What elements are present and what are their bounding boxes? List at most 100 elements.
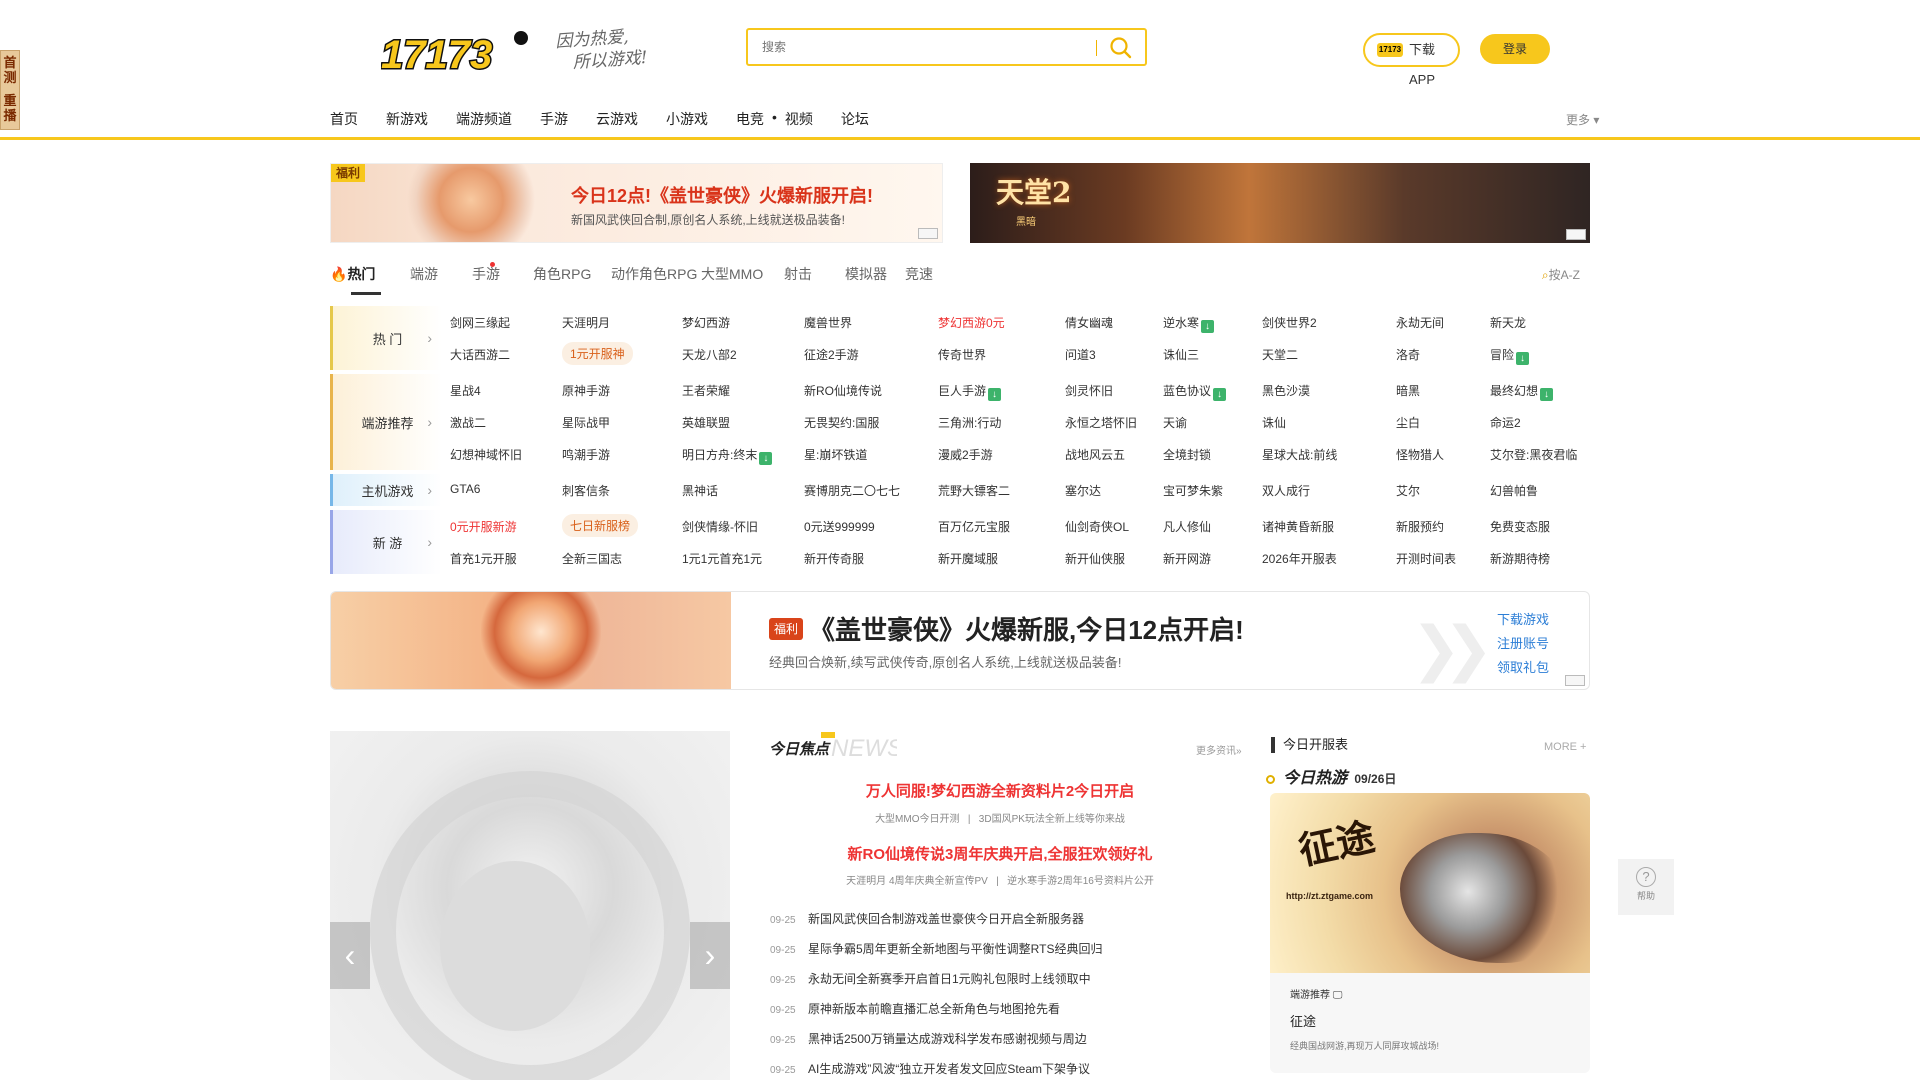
game-link[interactable]: 无畏契约:国服 [804,414,879,431]
game-link[interactable]: 大话西游二 [450,346,510,363]
game-link[interactable]: 梦幻西游 [682,314,730,331]
tab-category[interactable]: 竞速 [905,264,933,284]
help-float-button[interactable]: ? 帮助 [1618,859,1674,915]
game-link[interactable]: 剑侠世界2 [1262,314,1317,331]
game-link[interactable]: 征途2手游 [804,346,859,363]
tab-category[interactable]: 角色RPG [533,264,591,284]
game-link[interactable]: 战地风云五 [1065,446,1125,463]
news-headline[interactable]: 新RO仙境传说3周年庆典开启,全服狂欢领好礼 [770,843,1230,864]
game-link[interactable]: 问道3 [1065,346,1096,363]
news-more-link[interactable]: 更多资讯» [1196,742,1242,757]
game-link[interactable]: 王者荣耀 [682,382,730,399]
server-list-more-link[interactable]: MORE + [1544,741,1586,753]
nav-item[interactable]: 端游频道 [456,109,512,129]
game-link[interactable]: 天堂二 [1262,346,1298,363]
game-link[interactable]: 天谕 [1163,414,1187,431]
game-link[interactable]: 星:崩坏铁道 [804,446,867,463]
game-link[interactable]: 星球大战:前线 [1262,446,1337,463]
game-link[interactable]: 永劫无间 [1396,314,1444,331]
news-sub-link[interactable]: 天涯明月 4周年庆典全新宣传PV [846,876,988,887]
game-link[interactable]: 逆水寒 ↓ [1163,314,1215,333]
game-link[interactable]: 黑色沙漠 [1262,382,1310,399]
nav-more-dropdown[interactable]: 更多 ▾ [1566,111,1599,128]
carousel-prev-button[interactable]: ‹ [330,922,370,989]
game-link[interactable]: 新开传奇服 [804,550,864,567]
game-link[interactable]: 赛博朋克二〇七七 [804,482,900,499]
game-link[interactable]: 魔兽世界 [804,314,852,331]
hot-game-card[interactable]: 征途 http://zt.ztgame.com 端游推荐 🖵 征途 经典国战网游… [1270,793,1590,1073]
nav-item[interactable]: 电竞 [736,109,764,129]
news-list-item[interactable]: 09-25 星际争霸5周年更新全新地图与平衡性调整RTS经典回归 [770,940,1230,970]
tab-category[interactable]: 射击 [784,264,812,284]
game-link[interactable]: 尘白 [1396,414,1420,431]
news-list-item[interactable]: 09-25 新国风武侠回合制游戏盖世豪侠今日开启全新服务器 [770,910,1230,940]
game-link[interactable]: 新游期待榜 [1490,550,1550,567]
game-link[interactable]: 新开仙侠服 [1065,550,1125,567]
game-link[interactable]: 剑网三缘起 [450,314,510,331]
game-link[interactable]: 新RO仙境传说 [804,382,882,399]
game-link[interactable]: 英雄联盟 [682,414,730,431]
game-link[interactable]: 塞尔达 [1065,482,1101,499]
game-link[interactable]: 全新三国志 [562,550,622,567]
promo-banner-right[interactable]: 天堂2 黑暗 [970,163,1590,243]
game-link[interactable]: 凡人修仙 [1163,518,1211,535]
login-button[interactable]: 登录 [1480,34,1550,64]
tab-category[interactable]: 动作角色RPG [611,264,697,284]
game-link[interactable]: 百万亿元宝服 [938,518,1010,535]
tab-category[interactable]: 模拟器 [845,264,887,284]
game-link[interactable]: 2026年开服表 [1262,550,1337,567]
game-link[interactable]: 0元开服新游 [450,518,517,535]
nav-item[interactable]: 手游 [540,109,568,129]
tab-category[interactable]: 手游 [472,264,500,284]
game-link[interactable]: 0元送999999 [804,518,875,535]
news-sub-link[interactable]: 大型MMO今日开测 [875,814,959,825]
news-list-item[interactable]: 09-25 黑神话2500万销量达成游戏科学发布感谢视频与周边 [770,1030,1230,1060]
game-link[interactable]: GTA6 [450,482,480,496]
game-link[interactable]: 梦幻西游0元 [938,314,1005,331]
game-link[interactable]: 最终幻想 ↓ [1490,382,1554,401]
game-link[interactable]: 激战二 [450,414,486,431]
game-link[interactable]: 明日方舟:终末 ↓ [682,446,773,465]
game-link[interactable]: 幻兽帕鲁 [1490,482,1538,499]
nav-item[interactable]: 首页 [330,109,358,129]
tab-category[interactable]: 大型MMO [701,264,763,284]
tab-category[interactable]: 端游 [410,264,438,284]
game-link[interactable]: 原神手游 [562,382,610,399]
download-app-button[interactable]: 17173 下载APP [1363,33,1460,87]
news-sub-link[interactable]: 3D国风PK玩法全新上线等你来战 [979,814,1125,825]
game-link[interactable]: 倩女幽魂 [1065,314,1113,331]
game-link[interactable]: 双人成行 [1262,482,1310,499]
game-link[interactable]: 蓝色协议 ↓ [1163,382,1227,401]
news-list-item[interactable]: 09-25 原神新版本前瞻直播汇总全新角色与地图抢先看 [770,1000,1230,1030]
game-link[interactable]: 新服预约 [1396,518,1444,535]
tab-hot[interactable]: 🔥热门 [330,264,375,284]
nav-item[interactable]: 视频 [785,109,813,129]
nav-item[interactable]: 云游戏 [596,109,638,129]
game-link[interactable]: 诛仙三 [1163,346,1199,363]
game-link[interactable]: 仙剑奇侠OL [1065,518,1129,535]
game-link[interactable]: 1元1元首充1元 [682,550,762,567]
game-link[interactable]: 冒险 ↓ [1490,346,1530,365]
game-link[interactable]: 开测时间表 [1396,550,1456,567]
site-logo[interactable]: 17173 [381,28,531,74]
game-link[interactable]: 天龙八部2 [682,346,737,363]
game-link[interactable]: 七日新服榜 [562,514,639,537]
game-link[interactable]: 诛仙 [1262,414,1286,431]
game-link[interactable]: 荒野大镖客二 [938,482,1010,499]
game-link[interactable]: 巨人手游 ↓ [938,382,1002,401]
game-link[interactable]: 免费变态服 [1490,518,1550,535]
carousel-next-button[interactable]: › [690,922,730,989]
game-link[interactable]: 永恒之塔怀旧 [1065,414,1137,431]
news-sub-link[interactable]: 逆水寒手游2周年16号资料片公开 [1007,876,1154,887]
game-link[interactable]: 新天龙 [1490,314,1526,331]
game-link[interactable]: 艾尔 [1396,482,1420,499]
game-link[interactable]: 1元开服神 [562,342,633,365]
game-link[interactable]: 宝可梦朱紫 [1163,482,1223,499]
game-link[interactable]: 洛奇 [1396,346,1420,363]
game-link[interactable]: 刺客信条 [562,482,610,499]
game-link[interactable]: 首充1元开服 [450,550,517,567]
game-link[interactable]: 剑灵怀旧 [1065,382,1113,399]
game-link[interactable]: 艾尔登:黑夜君临 [1490,446,1577,463]
search-input[interactable] [762,38,1062,56]
nav-item[interactable]: 小游戏 [666,109,708,129]
